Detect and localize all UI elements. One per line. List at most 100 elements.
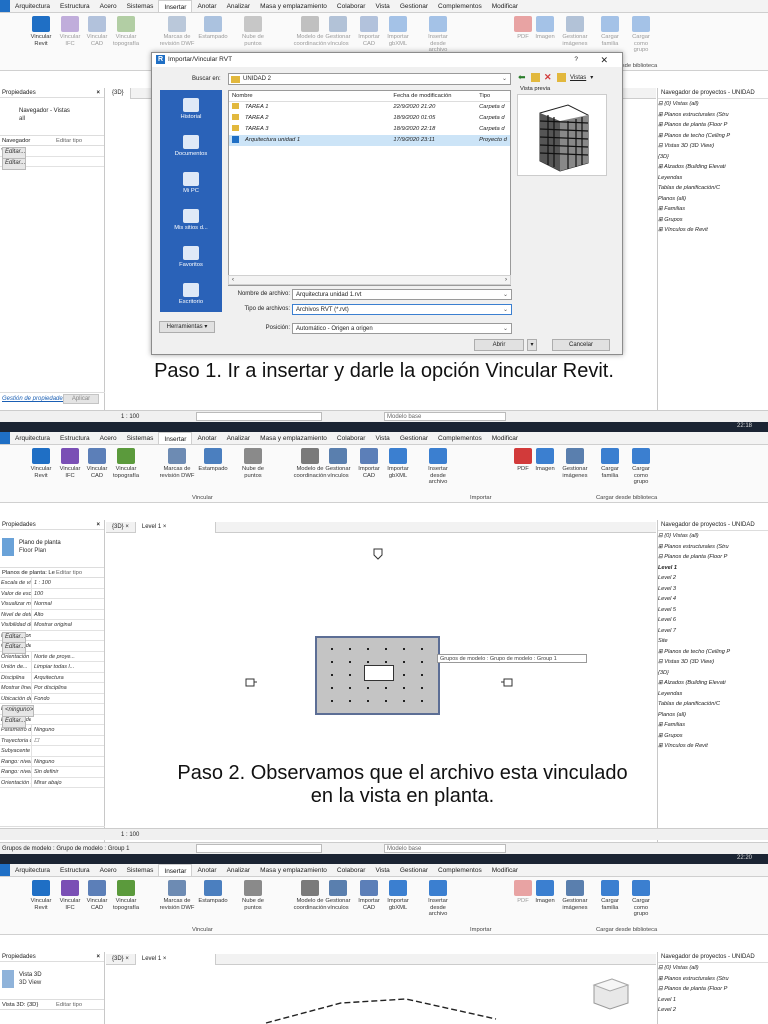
browser-item[interactable]: Level 6 — [658, 615, 768, 626]
browser-item[interactable]: ⊞ Alzados (Building Elevati — [658, 678, 768, 689]
view-tab-1[interactable]: Level 1 × — [135, 954, 216, 965]
ribbon-button-16[interactable]: Cargar como grupo — [626, 448, 656, 486]
workset-combo[interactable] — [196, 412, 322, 421]
tools-button[interactable]: Herramientas ▾ — [159, 321, 215, 333]
filename-input[interactable]: Arquitectura unidad 1.rvt ⌄ — [292, 289, 512, 300]
ribbon-tab-12[interactable]: Modificar — [487, 432, 523, 444]
ribbon-tab-7[interactable]: Masa y emplazamiento — [255, 0, 332, 12]
ribbon-button-3[interactable]: Vincular topografía — [111, 448, 141, 479]
browser-item[interactable]: Leyendas — [658, 173, 768, 184]
edit-type-button[interactable]: Editar tipo — [56, 568, 82, 578]
ribbon-tab-8[interactable]: Colaborar — [332, 0, 371, 12]
close-icon[interactable]: ✕ — [600, 53, 608, 67]
file-row[interactable]: TAREA 2 18/9/2020 01:05 Carpeta d — [229, 113, 510, 124]
ribbon-button-3[interactable]: Vincular topografía — [111, 16, 141, 47]
ribbon-tab-7[interactable]: Masa y emplazamiento — [255, 864, 332, 876]
ribbon-button-5[interactable]: Estampado — [198, 448, 228, 473]
browser-item[interactable]: Planos (all) — [658, 710, 768, 721]
place-2[interactable]: Mi PC — [160, 172, 222, 194]
edit-type-button[interactable]: Editar tipo — [56, 1000, 82, 1010]
ribbon-button-0[interactable]: Vincular Revit — [26, 880, 56, 911]
type-selector[interactable]: Plano de planta Floor Plan — [0, 530, 104, 568]
delete-icon[interactable]: ✕ — [544, 73, 553, 82]
ribbon-tab-3[interactable]: Sistemas — [122, 864, 159, 876]
ribbon-button-5[interactable]: Estampado — [198, 16, 228, 41]
browser-item[interactable]: Level 1 — [658, 563, 768, 574]
ribbon-button-9[interactable]: Importar CAD — [354, 448, 384, 479]
browser-item[interactable]: ⊞ Planos estructurales (Stru — [658, 542, 768, 553]
ribbon-button-15[interactable]: Cargar familia — [595, 880, 625, 911]
file-row[interactable]: Arquitectura unidad 1 17/9/2020 23:11 Proy… — [229, 135, 510, 146]
instance-filter[interactable]: Navegador Editar tipo — [0, 136, 104, 146]
workset-combo[interactable] — [196, 844, 322, 853]
ribbon-tab-1[interactable]: Estructura — [55, 0, 95, 12]
design-option[interactable]: Modelo base — [384, 412, 506, 421]
look-in-select[interactable]: UNIDAD 2 ⌄ — [228, 73, 511, 85]
ribbon-tab-5[interactable]: Anotar — [192, 0, 221, 12]
close-icon[interactable]: × — [161, 956, 167, 962]
ribbon-tab-9[interactable]: Vista — [370, 864, 394, 876]
new-folder-icon[interactable] — [557, 73, 566, 82]
place-0[interactable]: Historial — [160, 98, 222, 120]
column-header-2[interactable]: Tipo — [476, 91, 510, 101]
ribbon-tab-1[interactable]: Estructura — [55, 432, 95, 444]
browser-item[interactable]: Level 4 — [658, 594, 768, 605]
browser-item[interactable]: ⊟ Vistas 3D (3D View) — [658, 657, 768, 668]
browser-item[interactable]: Level 7 — [658, 626, 768, 637]
browser-item[interactable]: Level 2 — [658, 1005, 768, 1016]
ribbon-button-16[interactable]: Cargar como grupo — [626, 880, 656, 918]
up-folder-icon[interactable] — [531, 73, 540, 82]
ribbon-tab-11[interactable]: Complementos — [433, 0, 487, 12]
browser-item[interactable]: Site — [658, 636, 768, 647]
file-row[interactable]: TAREA 3 18/9/2020 22:18 Carpeta d — [229, 124, 510, 135]
ribbon-tab-10[interactable]: Gestionar — [395, 864, 433, 876]
ribbon-button-15[interactable]: Cargar familia — [595, 448, 625, 479]
property-value[interactable]: Editar... — [2, 631, 27, 644]
ribbon-tab-4[interactable]: Insertar — [158, 864, 193, 876]
open-options-button[interactable]: ▾ — [527, 339, 537, 351]
browser-item[interactable]: Tablas de planificación/C — [658, 699, 768, 710]
ribbon-button-2[interactable]: Vincular CAD — [82, 16, 112, 47]
ribbon-button-4[interactable]: Marcas de revisión DWF — [155, 880, 199, 911]
ribbon-tab-1[interactable]: Estructura — [55, 864, 95, 876]
instance-filter[interactable]: Vista 3D: {3D} Editar tipo — [0, 1000, 104, 1010]
ribbon-tab-4[interactable]: Insertar — [158, 0, 193, 12]
place-3[interactable]: Mis sitios d... — [160, 209, 222, 231]
ribbon-button-0[interactable]: Vincular Revit — [26, 16, 56, 47]
ribbon-tab-2[interactable]: Acero — [95, 432, 122, 444]
horizontal-scrollbar[interactable]: ‹ › — [228, 275, 511, 285]
apply-button[interactable]: Aplicar — [63, 394, 99, 404]
cancel-button[interactable]: Cancelar — [552, 339, 610, 351]
tab-3d[interactable]: {3D} — [106, 88, 131, 99]
browser-item[interactable]: ⊞ Vínculos de Revit — [658, 741, 768, 752]
browser-item[interactable]: Level 3 — [658, 584, 768, 595]
browser-item[interactable]: ⊟ Planos de planta (Floor P — [658, 984, 768, 995]
ribbon-tab-6[interactable]: Analizar — [222, 864, 255, 876]
place-1[interactable]: Documentos — [160, 135, 222, 157]
ribbon-button-1[interactable]: Vincular IFC — [55, 448, 85, 479]
browser-item[interactable]: {3D} — [658, 152, 768, 163]
browser-item[interactable]: ⊟ Vistas 3D (3D View) — [658, 141, 768, 152]
ribbon-button-14[interactable]: Gestionar imágenes — [560, 880, 590, 911]
ribbon-tab-7[interactable]: Masa y emplazamiento — [255, 432, 332, 444]
property-value[interactable]: Editar... — [2, 642, 27, 654]
view-tab-0[interactable]: {3D} × — [106, 954, 136, 965]
ribbon-tab-8[interactable]: Colaborar — [332, 864, 371, 876]
browser-item[interactable]: ⊞ Planos de techo (Ceiling P — [658, 131, 768, 142]
ribbon-tab-4[interactable]: Insertar — [158, 432, 193, 444]
ribbon-tab-3[interactable]: Sistemas — [122, 0, 159, 12]
close-icon[interactable]: × — [124, 524, 129, 530]
browser-item[interactable]: Level 5 — [658, 605, 768, 616]
browser-item[interactable]: Planos (all) — [658, 194, 768, 205]
ribbon-button-8[interactable]: Gestionar vínculos — [323, 448, 353, 479]
ribbon-button-2[interactable]: Vincular CAD — [82, 880, 112, 911]
close-icon[interactable]: × — [96, 520, 100, 530]
ribbon-button-8[interactable]: Gestionar vínculos — [323, 880, 353, 911]
property-value[interactable]: Editar... — [2, 157, 27, 170]
ribbon-button-15[interactable]: Cargar familia — [595, 16, 625, 47]
browser-item[interactable]: Level 2 — [658, 573, 768, 584]
edit-type-button[interactable]: Editar tipo — [56, 136, 82, 146]
close-icon[interactable]: × — [161, 524, 167, 530]
ribbon-button-10[interactable]: Importar gbXML — [383, 16, 413, 47]
ribbon-tab-12[interactable]: Modificar — [487, 0, 523, 12]
